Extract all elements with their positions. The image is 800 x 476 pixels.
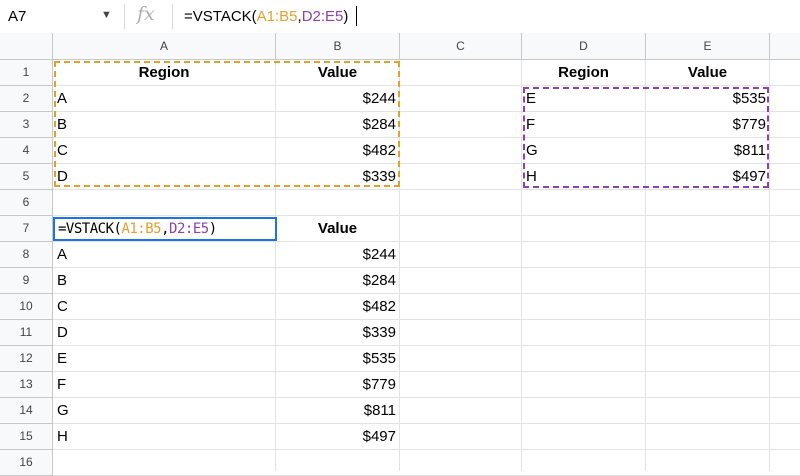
cell-a8[interactable]: A — [57, 246, 67, 263]
cell-b7[interactable]: Value — [276, 220, 399, 237]
cell-formula-part: , — [161, 221, 170, 237]
cell-formula-part: D2:E5 — [169, 221, 209, 237]
grid-line — [769, 60, 770, 471]
row-header-12[interactable]: 12 — [0, 346, 53, 372]
cell-b13[interactable]: $779 — [276, 376, 396, 393]
cell-a15[interactable]: H — [57, 428, 68, 445]
row-header-3[interactable]: 3 — [0, 112, 53, 138]
formula-input[interactable]: =VSTACK(A1:B5,D2:E5) — [184, 8, 348, 25]
cell-a13[interactable]: F — [57, 376, 66, 393]
grid-line — [53, 189, 800, 190]
formula-part: D2:E5 — [301, 8, 344, 25]
cell-formula-part: =VSTACK( — [58, 221, 122, 237]
column-header-c[interactable]: C — [400, 33, 522, 60]
divider — [172, 4, 173, 29]
grid-line — [53, 423, 800, 424]
active-cell-a7[interactable]: =VSTACK(A1:B5,D2:E5) — [53, 217, 277, 241]
row-header-7[interactable]: 7 — [0, 216, 53, 242]
row-header-5[interactable]: 5 — [0, 164, 53, 190]
row-header-15[interactable]: 15 — [0, 424, 53, 450]
formula-part: =VSTACK( — [184, 8, 257, 25]
select-all-corner[interactable] — [0, 33, 53, 60]
range-highlight-a1-b5 — [54, 61, 400, 187]
cell-b14[interactable]: $811 — [276, 402, 396, 419]
text-cursor — [356, 6, 357, 26]
cell-e1[interactable]: Value — [646, 64, 769, 81]
grid-line — [521, 60, 522, 471]
cell-b10[interactable]: $482 — [276, 298, 396, 315]
grid-line — [53, 241, 800, 242]
row-header-4[interactable]: 4 — [0, 138, 53, 164]
grid-line — [53, 397, 800, 398]
cell-a10[interactable]: C — [57, 298, 68, 315]
row-header-13[interactable]: 13 — [0, 372, 53, 398]
row-header-1[interactable]: 1 — [0, 60, 53, 86]
cell-a7-formula: =VSTACK(A1:B5,D2:E5) — [58, 221, 217, 237]
column-header-partial[interactable] — [770, 33, 800, 60]
grid-line — [53, 267, 800, 268]
divider — [124, 4, 125, 29]
grid-line — [53, 319, 800, 320]
cell-a9[interactable]: B — [57, 272, 67, 289]
cell-d1[interactable]: Region — [522, 64, 645, 81]
range-highlight-d2-e5 — [523, 87, 769, 188]
row-header-6[interactable]: 6 — [0, 190, 53, 216]
fx-icon: fx — [137, 3, 155, 25]
row-header-14[interactable]: 14 — [0, 398, 53, 424]
column-headers: A B C D E — [0, 33, 800, 60]
row-header-2[interactable]: 2 — [0, 86, 53, 112]
cell-b9[interactable]: $284 — [276, 272, 396, 289]
row-header-11[interactable]: 11 — [0, 320, 53, 346]
formula-bar: A7 ▼ fx =VSTACK(A1:B5,D2:E5) — [0, 0, 800, 34]
column-header-b[interactable]: B — [276, 33, 400, 60]
cell-formula-part: A1:B5 — [121, 221, 162, 237]
cell-a14[interactable]: G — [57, 402, 69, 419]
formula-part: A1:B5 — [256, 8, 298, 25]
column-header-d[interactable]: D — [522, 33, 646, 60]
name-box[interactable]: A7 ▼ — [0, 0, 124, 33]
grid-line — [53, 293, 800, 294]
row-header-10[interactable]: 10 — [0, 294, 53, 320]
cell-a12[interactable]: E — [57, 350, 67, 367]
formula-part: ) — [343, 8, 349, 25]
grid-line — [53, 345, 800, 346]
row-header-16[interactable]: 16 — [0, 450, 53, 476]
caret-down-icon[interactable]: ▼ — [101, 9, 112, 21]
column-header-a[interactable]: A — [53, 33, 276, 60]
grid-line — [53, 449, 800, 450]
cell-formula-part: ) — [208, 221, 217, 237]
name-box-value: A7 — [8, 8, 27, 25]
row-header-9[interactable]: 9 — [0, 268, 53, 294]
grid-line — [53, 371, 800, 372]
cell-b15[interactable]: $497 — [276, 428, 396, 445]
cell-b8[interactable]: $244 — [276, 246, 396, 263]
column-header-e[interactable]: E — [646, 33, 770, 60]
row-header-8[interactable]: 8 — [0, 242, 53, 268]
cell-b12[interactable]: $535 — [276, 350, 396, 367]
cell-a11[interactable]: D — [57, 324, 68, 341]
grid-line — [53, 215, 800, 216]
cell-b11[interactable]: $339 — [276, 324, 396, 341]
